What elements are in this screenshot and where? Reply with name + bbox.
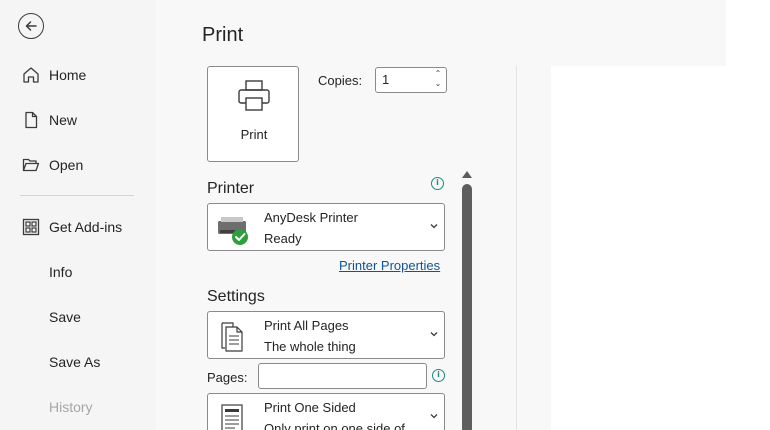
- scrollbar-thumb[interactable]: [462, 184, 472, 430]
- print-range-title: Print All Pages: [264, 318, 349, 333]
- pages-info-icon[interactable]: i: [432, 369, 445, 382]
- nav-item-history: History: [0, 387, 156, 427]
- nav-item-home[interactable]: Home: [0, 55, 156, 95]
- chevron-down-icon[interactable]: ⌄: [434, 79, 442, 89]
- nav-item-open[interactable]: Open: [0, 145, 156, 185]
- one-sided-icon: [221, 404, 243, 430]
- print-range-dropdown[interactable]: Print All Pages The whole thing: [207, 311, 445, 359]
- nav-item-new[interactable]: New: [0, 100, 156, 140]
- page-title: Print: [202, 24, 244, 46]
- printer-ready-icon: [218, 217, 248, 245]
- print-button[interactable]: Print: [207, 66, 299, 162]
- pages-input[interactable]: [258, 363, 427, 389]
- nav-item-label: Open: [49, 157, 84, 173]
- window-edge: [726, 0, 770, 430]
- print-button-label: Print: [240, 127, 268, 142]
- new-document-icon: [25, 111, 38, 129]
- folder-open-icon: [22, 158, 40, 172]
- nav-item-save-as[interactable]: Save As: [0, 342, 156, 382]
- settings-scrollbar[interactable]: [460, 168, 474, 430]
- nav-item-save[interactable]: Save: [0, 297, 156, 337]
- nav-item-label: Get Add-ins: [49, 219, 123, 235]
- copies-spinner[interactable]: ⌃ ⌄: [434, 69, 442, 91]
- printer-section-title: Printer: [207, 180, 255, 197]
- print-preview-page: [551, 66, 726, 430]
- nav-item-label: Save As: [49, 354, 101, 370]
- nav-divider: [20, 195, 134, 196]
- sides-title: Print One Sided: [264, 400, 356, 415]
- sides-description: Only print on one side of: [264, 421, 405, 430]
- pages-label: Pages:: [207, 370, 248, 385]
- nav-item-get-add-ins[interactable]: Get Add-ins: [0, 207, 156, 247]
- copies-stepper[interactable]: 1 ⌃ ⌄: [375, 67, 447, 93]
- printer-icon: [238, 80, 270, 111]
- printer-properties-link[interactable]: Printer Properties: [339, 258, 440, 273]
- settings-section-title: Settings: [207, 288, 265, 305]
- nav-item-info[interactable]: Info: [0, 252, 156, 292]
- all-pages-icon: [221, 322, 243, 352]
- nav-item-label: New: [49, 112, 78, 128]
- printer-name: AnyDesk Printer: [264, 210, 358, 225]
- print-range-description: The whole thing: [264, 339, 356, 354]
- back-button[interactable]: [18, 13, 44, 39]
- copies-label: Copies:: [318, 73, 363, 88]
- nav-item-label: Save: [49, 309, 81, 325]
- printer-status: Ready: [264, 231, 302, 246]
- scroll-up-arrow-icon[interactable]: [462, 171, 472, 178]
- printer-info-icon[interactable]: i: [431, 177, 444, 190]
- nav-item-label: Info: [49, 264, 73, 280]
- chevron-down-icon: [430, 332, 438, 337]
- home-icon: [23, 67, 39, 83]
- add-ins-icon: [22, 218, 40, 236]
- panel-divider: [516, 66, 517, 430]
- chevron-down-icon: [430, 414, 438, 419]
- sides-dropdown[interactable]: Print One Sided Only print on one side o…: [207, 393, 445, 430]
- nav-item-label: Home: [49, 67, 87, 83]
- copies-value: 1: [382, 72, 390, 87]
- nav-item-label: History: [49, 399, 93, 415]
- back-arrow-icon: [25, 21, 37, 31]
- printer-dropdown[interactable]: AnyDesk Printer Ready: [207, 203, 445, 251]
- chevron-down-icon: [430, 224, 438, 229]
- backstage-sidebar: Home New Open Get Add-ins Info Save Save…: [0, 0, 156, 430]
- chevron-up-icon[interactable]: ⌃: [434, 69, 442, 79]
